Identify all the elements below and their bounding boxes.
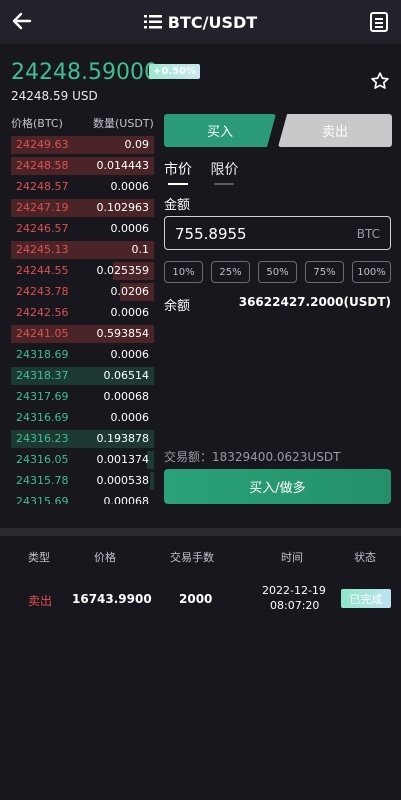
buy-order-row[interactable]: 24318.69 0.0006	[11, 344, 154, 365]
trade-amount: 交易额：18329400.0623USDT	[164, 450, 341, 464]
order-price: 24318.69	[16, 348, 69, 361]
order-qty: 0.593854	[96, 327, 150, 340]
history-col-price: 价格	[94, 551, 116, 564]
buy-order-row[interactable]: 24315.78 0.000538	[11, 470, 154, 491]
percent-buttons: 10% 25% 50% 75% 100%	[164, 261, 391, 283]
status-badge: 已完成	[341, 589, 391, 608]
history-col-status: 状态	[354, 551, 376, 564]
tab-buy[interactable]: 买入	[164, 114, 276, 147]
change-badge: +0.50%	[149, 64, 201, 79]
order-qty: 0.0006	[110, 306, 150, 319]
side-tabs: 买入 卖出	[164, 114, 392, 147]
history-col-time: 时间	[281, 551, 303, 564]
order-qty: 0.0006	[110, 180, 150, 193]
order-qty: 0.00068	[103, 390, 150, 403]
order-price: 24246.57	[16, 222, 69, 235]
order-qty: 0.0006	[110, 222, 150, 235]
top-bar: BTC/USDT	[0, 0, 401, 44]
order-price: 24316.69	[16, 411, 69, 424]
order-qty: 0.014443	[96, 159, 150, 172]
order-price: 24248.58	[16, 159, 69, 172]
tab-sell[interactable]: 卖出	[278, 114, 392, 147]
order-qty: 0.0006	[110, 348, 150, 361]
star-icon[interactable]	[370, 71, 390, 91]
sell-order-row[interactable]: 24248.57 0.0006	[11, 176, 154, 197]
sell-order-row[interactable]: 24242.56 0.0006	[11, 302, 154, 323]
sell-order-row[interactable]: 24248.58 0.014443	[11, 155, 154, 176]
buy-order-row[interactable]: 24316.69 0.0006	[11, 407, 154, 428]
buy-order-row[interactable]: 24317.69 0.00068	[11, 386, 154, 407]
sell-order-row[interactable]: 24247.19 0.102963	[11, 197, 154, 218]
order-qty: 0.0006	[110, 411, 150, 424]
amount-input[interactable]: 755.8955 BTC	[164, 216, 391, 250]
amount-label: 金额	[164, 198, 191, 213]
buy-order-row[interactable]: 24316.23 0.193878	[11, 428, 154, 449]
sell-order-row[interactable]: 24241.05 0.593854	[11, 323, 154, 344]
order-qty: 0.06514	[103, 369, 150, 382]
order-qty: 0.1	[131, 243, 150, 256]
tab-market[interactable]: 市价	[164, 159, 192, 189]
orderbook-qty-header: 数量(USDT)	[93, 117, 154, 130]
order-qty: 0.193878	[96, 432, 150, 445]
order-qty: 0.025359	[96, 264, 150, 277]
sell-order-row[interactable]: 24245.13 0.1	[11, 239, 154, 260]
order-price: 24317.69	[16, 390, 69, 403]
orderbook-price-header: 价格(BTC)	[11, 117, 63, 130]
order-qty: 0.0206	[110, 285, 150, 298]
order-price: 24247.19	[16, 201, 69, 214]
order-price: 24244.55	[16, 264, 69, 277]
buy-order-row[interactable]: 24315.69 0.00068	[11, 491, 154, 504]
percent-10-button[interactable]: 10%	[164, 261, 203, 283]
amount-unit: BTC	[356, 227, 380, 241]
sell-order-row[interactable]: 24244.55 0.025359	[11, 260, 154, 281]
orderbook: 24249.63 0.09 24248.58 0.014443 24248.57 0.00…	[11, 134, 154, 504]
history-col-lots: 交易手数	[170, 551, 214, 564]
price-usd: 24248.59 USD	[11, 89, 98, 103]
pair-selector[interactable]: BTC/USDT	[0, 0, 401, 44]
history-type: 卖出	[28, 594, 53, 608]
order-price: 24316.23	[16, 432, 69, 445]
history-lots: 2000	[179, 592, 213, 606]
order-price: 24315.78	[16, 474, 69, 487]
order-price: 24318.37	[16, 369, 69, 382]
order-price: 24248.57	[16, 180, 69, 193]
current-price: 24248.59000	[11, 60, 158, 85]
balance-value: 36622427.2000(USDT)	[238, 295, 391, 309]
balance-label: 余额	[164, 299, 191, 314]
order-price: 24249.63	[16, 138, 69, 151]
order-type-tabs: 市价 限价	[164, 159, 252, 189]
order-price: 24245.13	[16, 243, 69, 256]
history-date: 2022-12-19	[262, 584, 326, 597]
sell-order-row[interactable]: 24246.57 0.0006	[11, 218, 154, 239]
buy-order-row[interactable]: 24316.05 0.001374	[11, 449, 154, 470]
history-time: 08:07:20	[270, 599, 320, 612]
document-icon[interactable]	[369, 11, 389, 33]
page-title: BTC/USDT	[167, 12, 258, 32]
amount-value: 755.8955	[175, 225, 247, 243]
order-qty: 0.00068	[103, 495, 150, 504]
order-qty: 0.09	[124, 138, 150, 151]
history-price: 16743.9900	[72, 592, 152, 606]
percent-100-button[interactable]: 100%	[352, 261, 391, 283]
percent-50-button[interactable]: 50%	[258, 261, 297, 283]
sell-order-row[interactable]: 24243.78 0.0206	[11, 281, 154, 302]
history-col-type: 类型	[28, 551, 50, 564]
tab-limit[interactable]: 限价	[210, 159, 238, 189]
order-qty: 0.000538	[96, 474, 150, 487]
order-price: 24316.05	[16, 453, 69, 466]
section-divider	[0, 528, 401, 536]
sell-order-row[interactable]: 24249.63 0.09	[11, 134, 154, 155]
order-price: 24315.69	[16, 495, 69, 504]
order-price: 24242.56	[16, 306, 69, 319]
buy-order-row[interactable]: 24318.37 0.06514	[11, 365, 154, 386]
order-qty: 0.102963	[96, 201, 150, 214]
list-icon	[143, 15, 162, 29]
buy-long-button[interactable]: 买入/做多	[164, 469, 391, 504]
order-qty: 0.001374	[96, 453, 150, 466]
order-price: 24243.78	[16, 285, 69, 298]
order-price: 24241.05	[16, 327, 69, 340]
depth-bar	[150, 472, 154, 490]
percent-25-button[interactable]: 25%	[211, 261, 250, 283]
percent-75-button[interactable]: 75%	[305, 261, 344, 283]
